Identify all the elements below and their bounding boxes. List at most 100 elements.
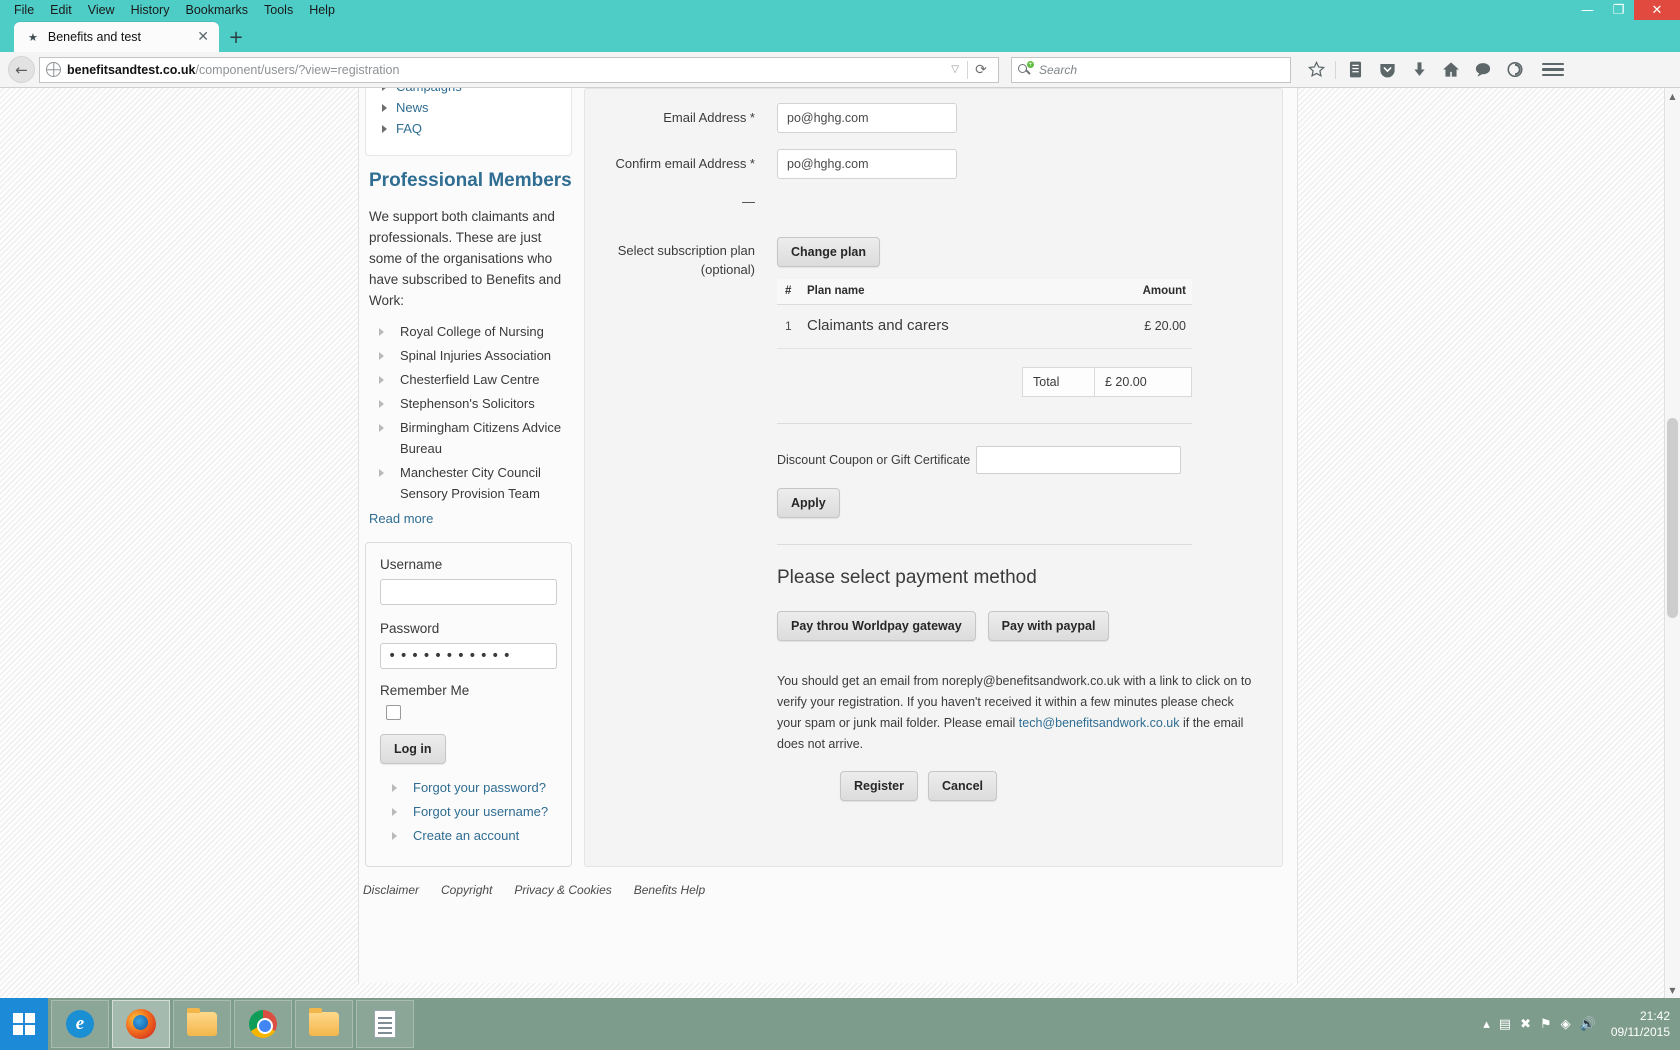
cancel-button[interactable]: Cancel xyxy=(928,771,998,801)
scrollbar-thumb[interactable] xyxy=(1667,418,1678,618)
create-account-link[interactable]: Create an account xyxy=(413,828,519,843)
sidebar-item-campaigns[interactable]: Campaigns xyxy=(366,88,571,97)
volume-icon[interactable]: 🔊 xyxy=(1580,1017,1596,1032)
maximize-button[interactable]: ❐ xyxy=(1603,0,1634,20)
search-icon: + xyxy=(1018,61,1034,77)
file-explorer-icon[interactable] xyxy=(173,1000,231,1048)
password-input[interactable]: ••••••••••• xyxy=(380,643,557,669)
plan-table: # Plan name Amount 1 Claimants and carer… xyxy=(777,279,1192,349)
shield-icon[interactable]: ◈ xyxy=(1561,1017,1571,1032)
register-button[interactable]: Register xyxy=(839,771,919,801)
menu-bar: File Edit View History Bookmarks Tools H… xyxy=(0,0,1680,20)
username-input[interactable] xyxy=(380,579,557,605)
email-input[interactable] xyxy=(777,103,957,133)
firefox-icon[interactable] xyxy=(112,1000,170,1048)
triangle-right-icon xyxy=(392,807,397,816)
new-tab-button[interactable]: + xyxy=(219,22,253,52)
menu-item-bookmarks[interactable]: Bookmarks xyxy=(177,0,256,20)
forgot-password-link[interactable]: Forgot your password? xyxy=(413,780,546,795)
login-button[interactable]: Log in xyxy=(380,734,446,764)
triangle-right-icon xyxy=(379,352,384,360)
page-viewport: Campaigns News FAQ Professional Members … xyxy=(0,88,1680,998)
total-value: £ 20.00 xyxy=(1105,375,1147,389)
vertical-scrollbar[interactable]: ▲ ▼ xyxy=(1664,88,1680,998)
remember-me-checkbox[interactable] xyxy=(386,705,401,720)
browser-tab[interactable]: ★ Benefits and test ✕ xyxy=(14,22,219,52)
menu-item-help[interactable]: Help xyxy=(301,0,343,20)
back-button[interactable]: ← xyxy=(8,56,35,83)
reload-button[interactable]: ⟳ xyxy=(968,62,994,78)
minimize-button[interactable]: — xyxy=(1572,0,1603,20)
list-item: Royal College of Nursing xyxy=(379,321,572,342)
triangle-right-icon xyxy=(379,469,384,477)
sync-icon[interactable] xyxy=(1502,57,1528,83)
pay-worldpay-button[interactable]: Pay throu Worldpay gateway xyxy=(777,611,976,641)
clock[interactable]: 21:42 09/11/2015 xyxy=(1611,1008,1670,1040)
menu-item-edit[interactable]: Edit xyxy=(42,0,80,20)
change-plan-button[interactable]: Change plan xyxy=(777,237,881,267)
footer-link-disclaimer[interactable]: Disclaimer xyxy=(363,883,419,897)
coupon-input[interactable] xyxy=(976,446,1182,474)
menu-item-view[interactable]: View xyxy=(80,0,123,20)
close-button[interactable]: ✕ xyxy=(1634,0,1680,20)
internet-explorer-icon[interactable]: e xyxy=(51,1000,109,1048)
triangle-right-icon xyxy=(379,376,384,384)
confirm-email-input[interactable] xyxy=(777,149,957,179)
search-input[interactable]: Search xyxy=(1039,63,1077,77)
page-footer: Disclaimer Copyright Privacy & Cookies B… xyxy=(359,867,1297,897)
chrome-icon[interactable] xyxy=(234,1000,292,1048)
action-center-icon[interactable]: ✖ xyxy=(1520,1017,1531,1032)
window-controls: — ❐ ✕ xyxy=(1572,0,1680,20)
registration-form: Email Address * Confirm email Address * … xyxy=(584,88,1283,867)
show-hidden-icon[interactable]: ▴ xyxy=(1483,1017,1490,1032)
home-icon[interactable] xyxy=(1438,57,1464,83)
windows-start-icon[interactable] xyxy=(0,998,48,1050)
footer-link-privacy-cookies[interactable]: Privacy & Cookies xyxy=(514,883,611,897)
bookmark-star-icon[interactable] xyxy=(1303,57,1329,83)
apply-button[interactable]: Apply xyxy=(777,488,840,518)
total-row: Total £ 20.00 xyxy=(777,367,1192,397)
tab-close-icon[interactable]: ✕ xyxy=(197,29,209,45)
footer-link-copyright[interactable]: Copyright xyxy=(441,883,492,897)
tech-email-link[interactable]: tech@benefitsandwork.co.uk xyxy=(1019,716,1180,730)
forgot-username-link[interactable]: Forgot your username? xyxy=(413,804,548,819)
menu-item-tools[interactable]: Tools xyxy=(256,0,301,20)
pocket-icon[interactable] xyxy=(1374,57,1400,83)
menu-item-file[interactable]: File xyxy=(6,0,42,20)
folder-icon[interactable] xyxy=(295,1000,353,1048)
hamburger-menu-icon[interactable] xyxy=(1542,62,1564,77)
flag-icon[interactable]: ⚑ xyxy=(1540,1017,1552,1032)
triangle-right-icon xyxy=(392,831,397,840)
tab-strip: ★ Benefits and test ✕ + xyxy=(0,20,1680,52)
read-more-link[interactable]: Read more xyxy=(369,511,433,526)
document-icon[interactable] xyxy=(356,1000,414,1048)
triangle-right-icon xyxy=(382,103,387,112)
sidebar-link-campaigns[interactable]: Campaigns xyxy=(396,88,462,94)
sidebar-link-news[interactable]: News xyxy=(396,100,429,115)
confirm-email-label: Confirm email Address * xyxy=(615,156,755,171)
username-label: Username xyxy=(380,557,443,572)
password-label: Password xyxy=(380,621,440,636)
cell-amount: £ 20.00 xyxy=(1089,304,1192,349)
pay-paypal-button[interactable]: Pay with paypal xyxy=(987,611,1110,641)
scroll-up-arrow-icon[interactable]: ▲ xyxy=(1665,88,1680,104)
address-bar[interactable]: benefitsandtest.co.uk/component/users/?v… xyxy=(39,56,999,83)
network-icon[interactable]: ▤ xyxy=(1499,1017,1511,1032)
plan-label-line1: Select subscription plan xyxy=(617,243,755,258)
sidebar-link-faq[interactable]: FAQ xyxy=(396,121,422,136)
search-bar[interactable]: + Search xyxy=(1011,56,1291,83)
table-row: 1 Claimants and carers £ 20.00 xyxy=(777,304,1192,349)
triangle-right-icon xyxy=(379,424,384,432)
url-dropdown-icon[interactable]: ▽ xyxy=(943,64,967,75)
downloads-icon[interactable] xyxy=(1406,57,1432,83)
chat-icon[interactable] xyxy=(1470,57,1496,83)
sidebar-item-faq[interactable]: FAQ xyxy=(366,118,571,139)
clock-time: 21:42 xyxy=(1639,1009,1670,1023)
email-row: Email Address * xyxy=(599,103,1260,133)
triangle-right-icon xyxy=(379,328,384,336)
reader-list-icon[interactable] xyxy=(1342,57,1368,83)
menu-item-history[interactable]: History xyxy=(123,0,178,20)
footer-link-benefits-help[interactable]: Benefits Help xyxy=(634,883,705,897)
scroll-down-arrow-icon[interactable]: ▼ xyxy=(1665,982,1680,998)
sidebar-item-news[interactable]: News xyxy=(366,97,571,118)
